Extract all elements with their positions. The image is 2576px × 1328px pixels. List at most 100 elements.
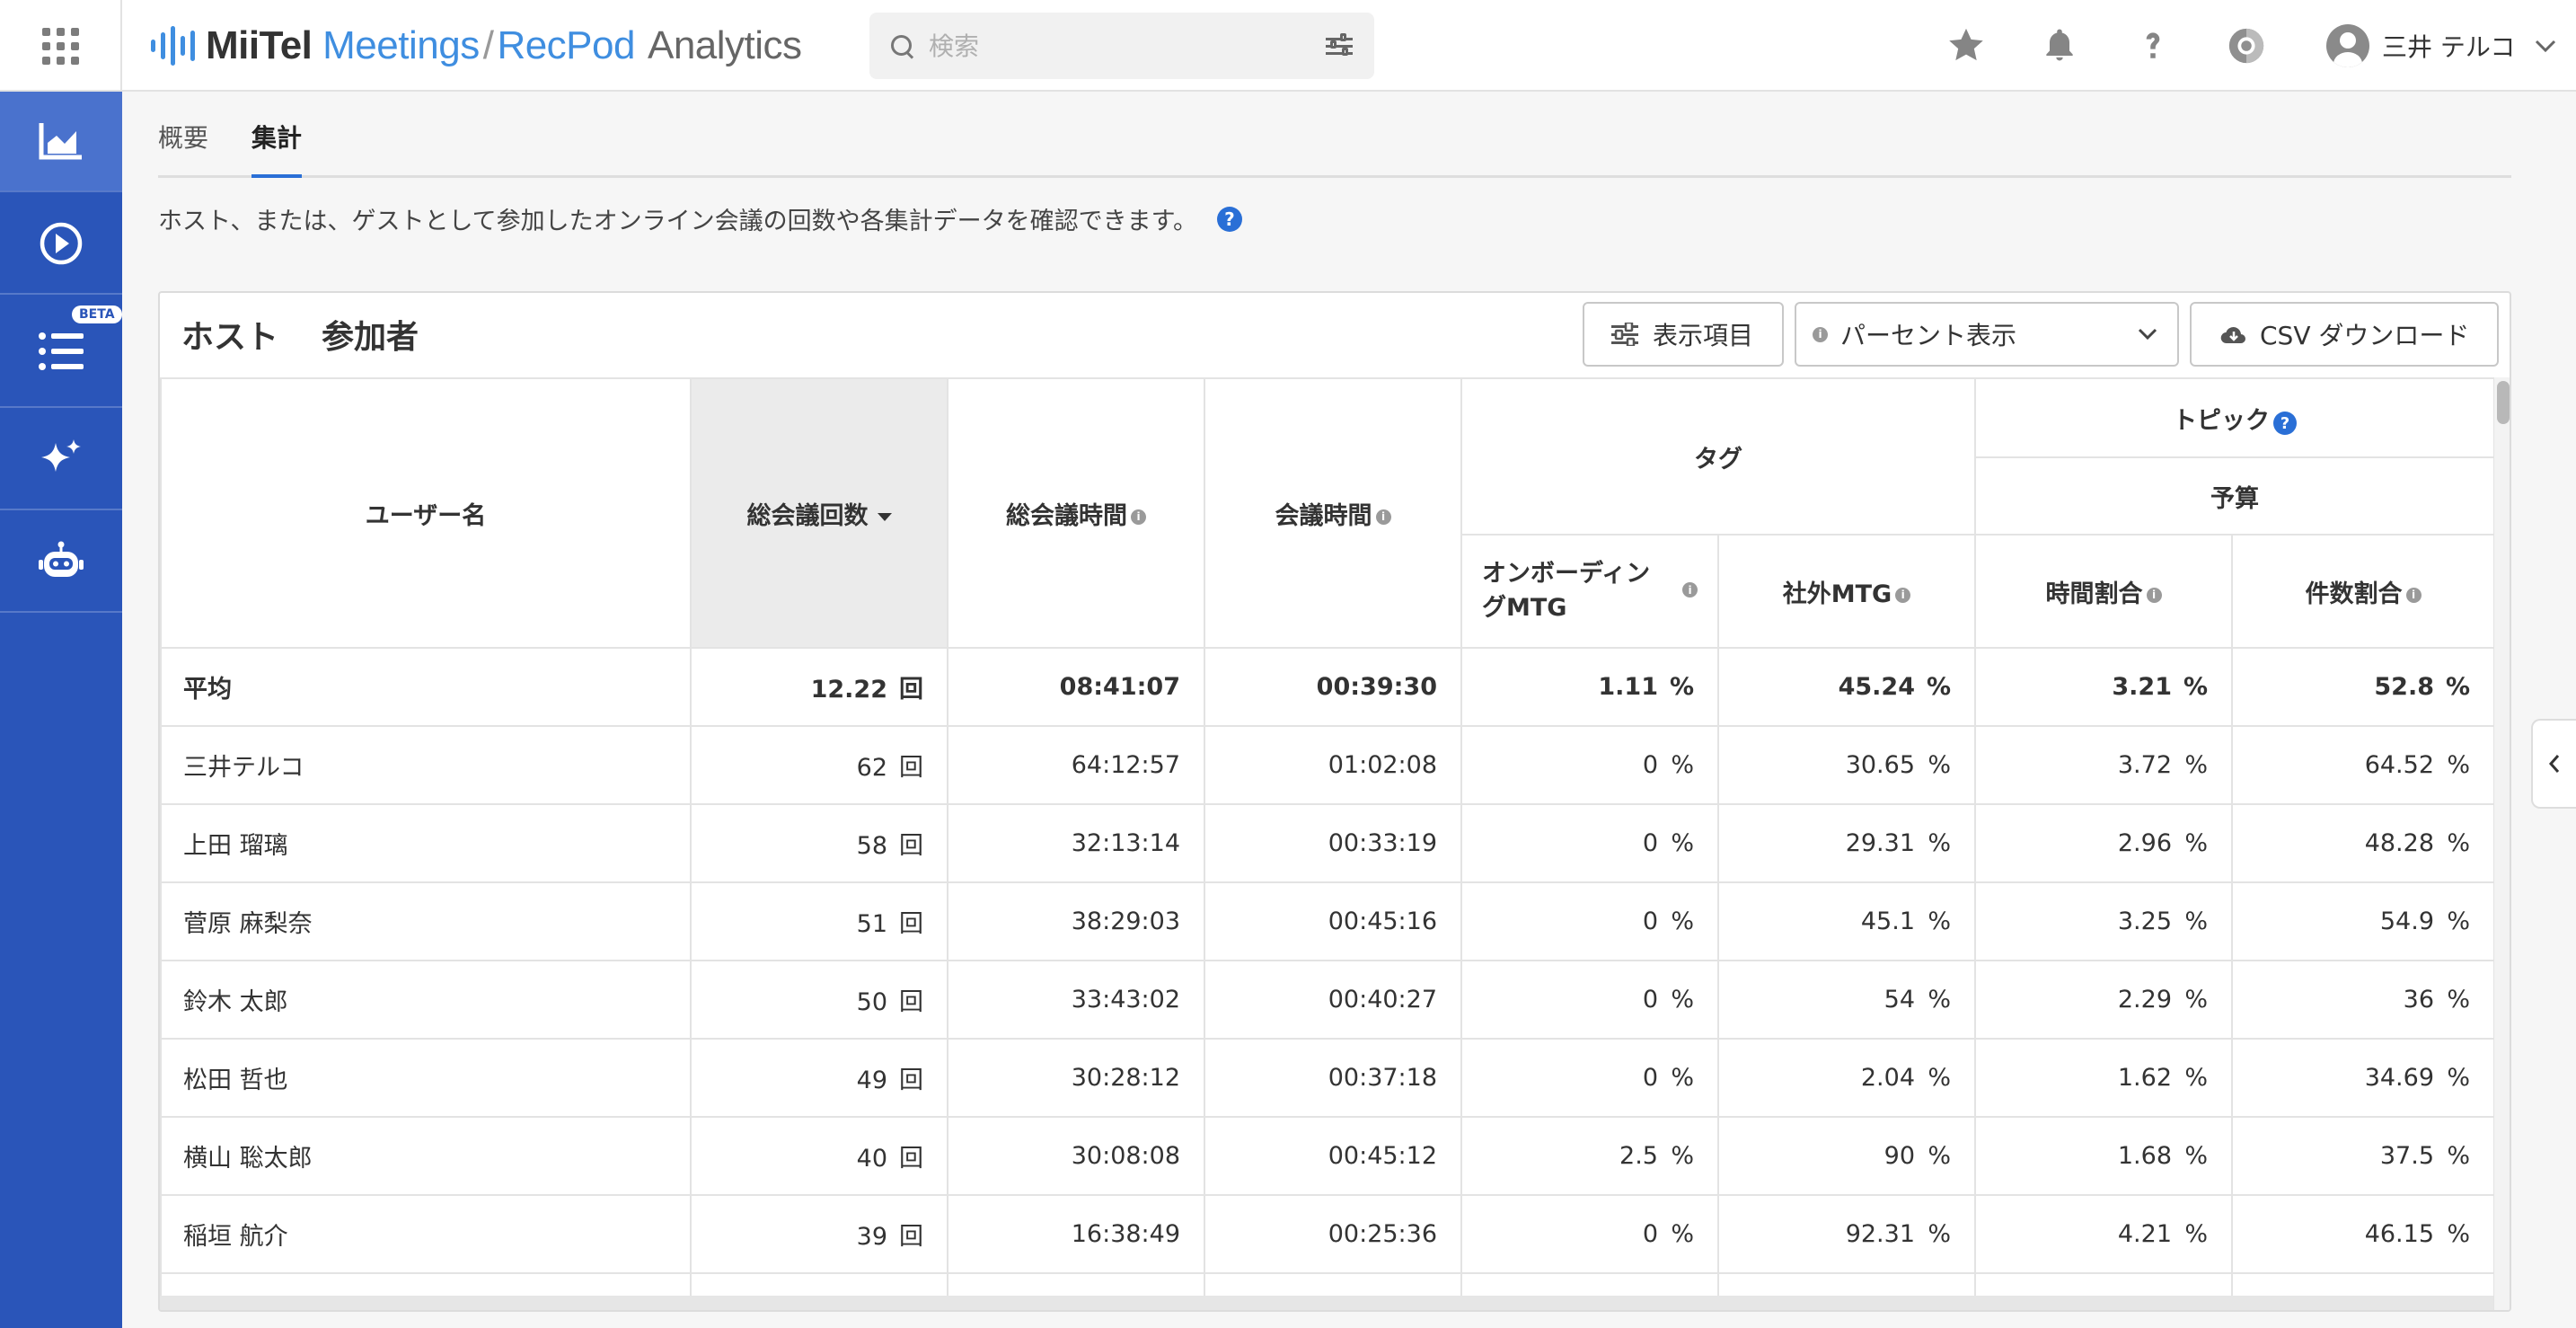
search-input[interactable] (929, 31, 1324, 61)
help-icon[interactable]: ? (1216, 206, 1242, 232)
cell-meeting-time: 00:40:27 (1204, 960, 1462, 1040)
cell-onboarding-mtg: 0% (1460, 1038, 1719, 1118)
table-row[interactable]: 菅原 麻梨奈 51 回 38:29:03 00:45:16 0% 45.1% 3.25% 54.… (160, 881, 2495, 961)
csv-download-label: CSV ダウンロード (2260, 321, 2470, 350)
cell-total-meetings: 12.22 回 (690, 647, 948, 727)
table-body: 平均 12.22 回 08:41:07 00:39:30 1.11% 45.24% 3.21%… (160, 647, 2495, 1310)
sidebar-item-analytics[interactable] (0, 92, 122, 192)
help-icon[interactable] (2129, 22, 2177, 70)
cell-total-meetings: 58 回 (690, 803, 948, 883)
cell-onboarding-mtg: 1.11% (1460, 647, 1719, 727)
table-row[interactable]: 上田 瑠璃 58 回 32:13:14 00:33:19 0% 29.31% 2.96% 48.… (160, 803, 2495, 883)
cell-external-mtg: 30.65% (1717, 725, 1976, 805)
header-total-meetings[interactable]: 総会議回数 (690, 377, 948, 649)
logo-miitel: MiiTel (206, 23, 313, 67)
info-icon[interactable]: i (1375, 509, 1391, 525)
info-icon[interactable]: i (2146, 587, 2162, 603)
tab-host[interactable]: ホスト (181, 311, 279, 381)
search-filter-icon[interactable] (1324, 32, 1354, 59)
logo-slash: / (482, 23, 494, 67)
info-icon[interactable]: i (1682, 582, 1698, 598)
sidebar-item-ai[interactable] (0, 410, 122, 510)
table-row[interactable]: 鈴木 太郎 50 回 33:43:02 00:40:27 0% 54% 2.29% 36% (160, 960, 2495, 1040)
sidebar-item-list[interactable]: BETA (0, 297, 122, 408)
header-user-name[interactable]: ユーザー名 (160, 377, 692, 649)
header-count-ratio[interactable]: 件数割合 i (2231, 534, 2495, 649)
cell-total-meetings: 39 回 (690, 1194, 948, 1274)
average-row: 平均 12.22 回 08:41:07 00:39:30 1.11% 45.24% 3.21%… (160, 647, 2495, 727)
cell-meeting-time: 00:39:30 (1204, 647, 1462, 727)
cell-external-mtg: 54% (1717, 960, 1976, 1040)
cloud-download-icon (2220, 327, 2245, 344)
aggregate-table: ユーザー名 総会議回数 総会議時間 i 会議時間 i タグ トピック? 予算 オンボ… (160, 377, 2495, 1310)
cell-external-mtg: 45.24% (1717, 647, 1976, 727)
info-icon[interactable]: i (1131, 509, 1146, 525)
cell-meeting-time: 00:37:18 (1204, 1038, 1462, 1118)
header-tag-group: タグ (1460, 377, 1976, 536)
cell-external-mtg: 29.31% (1717, 803, 1976, 883)
display-items-button[interactable]: 表示項目 (1583, 302, 1784, 367)
star-icon[interactable] (1942, 22, 1990, 70)
header-onboarding-mtg[interactable]: オンボーディングMTG i (1460, 534, 1719, 649)
info-icon[interactable]: i (2405, 587, 2422, 603)
cell-total-meetings: 51 回 (690, 881, 948, 961)
sidebar: BETA (0, 92, 122, 1328)
cell-user-name: 松田 哲也 (160, 1038, 692, 1118)
tab-overview[interactable]: 概要 (158, 119, 208, 174)
cell-external-mtg: 2.04% (1717, 1038, 1976, 1118)
header-external-mtg-label: 社外MTG (1782, 580, 1892, 608)
header-total-time[interactable]: 総会議時間 i (947, 377, 1205, 649)
description-text: ホスト、または、ゲストとして参加したオンライン会議の回数や各集計データを確認でき… (158, 208, 1197, 235)
waveform-logo-icon (151, 26, 195, 66)
cell-total-meetings: 40 回 (690, 1116, 948, 1196)
user-menu[interactable]: 三井 テルコ (2326, 18, 2556, 74)
header-topic-group: トピック? (1974, 377, 2495, 458)
header-tag-group-label: タグ (1694, 445, 1742, 474)
cell-onboarding-mtg: 0% (1460, 725, 1719, 805)
table-row[interactable]: 松田 哲也 49 回 30:28:12 00:37:18 0% 2.04% 1.62% 34.6… (160, 1038, 2495, 1118)
tab-participants[interactable]: 参加者 (322, 311, 419, 377)
cell-count-ratio: 37.5% (2231, 1116, 2495, 1196)
help-icon[interactable]: ? (2273, 412, 2297, 435)
side-panel-toggle[interactable] (2531, 719, 2576, 809)
logo-meetings: Meetings (322, 23, 480, 67)
header-meeting-time[interactable]: 会議時間 i (1204, 377, 1462, 649)
header-meeting-time-label: 会議時間 (1275, 501, 1372, 530)
table-row[interactable]: 横山 聡太郎 40 回 30:08:08 00:45:12 2.5% 90% 1.68% 37.… (160, 1116, 2495, 1196)
cell-time-ratio: 1.68% (1974, 1116, 2233, 1196)
cell-total-time: 38:29:03 (947, 881, 1205, 961)
cell-count-ratio: 54.9% (2231, 881, 2495, 961)
sort-desc-icon (877, 512, 892, 521)
activity-indicator-icon[interactable] (2222, 22, 2271, 70)
page-tabs: 概要 集計 (158, 108, 2511, 178)
cell-count-ratio: 48.28% (2231, 803, 2495, 883)
tab-aggregate[interactable]: 集計 (251, 119, 303, 178)
percent-display-select[interactable]: i パーセント表示 (1795, 302, 2179, 367)
product-logo[interactable]: MiiTel Meetings/RecPod Analytics (151, 20, 802, 72)
horizontal-scrollbar[interactable] (160, 1296, 2493, 1310)
bell-icon[interactable] (2035, 22, 2084, 70)
search-icon (889, 33, 914, 58)
header-external-mtg[interactable]: 社外MTG i (1717, 534, 1976, 649)
table-row[interactable]: 稲垣 航介 39 回 16:38:49 00:25:36 0% 92.31% 4.21% 46.… (160, 1194, 2495, 1274)
table-row[interactable]: 三井テルコ 62 回 64:12:57 01:02:08 0% 30.65% 3.72% 64.… (160, 725, 2495, 805)
header-time-ratio[interactable]: 時間割合 i (1974, 534, 2233, 649)
csv-download-button[interactable]: CSV ダウンロード (2190, 302, 2499, 367)
display-items-label: 表示項目 (1653, 321, 1754, 350)
grid-icon (41, 27, 79, 65)
cell-user-name: 上田 瑠璃 (160, 803, 692, 883)
cell-total-time: 32:13:14 (947, 803, 1205, 883)
app-launcher-button[interactable] (0, 0, 122, 92)
cell-onboarding-mtg: 0% (1460, 803, 1719, 883)
scrollbar-thumb[interactable] (2497, 381, 2510, 424)
cell-count-ratio: 34.69% (2231, 1038, 2495, 1118)
info-icon[interactable]: i (1895, 587, 1911, 603)
cell-user-name: 平均 (160, 647, 692, 727)
sidebar-item-recordings[interactable] (0, 194, 122, 295)
cell-user-name: 横山 聡太郎 (160, 1116, 692, 1196)
chevron-left-icon (2548, 755, 2560, 773)
vertical-scrollbar[interactable] (2493, 377, 2510, 1310)
header-total-meetings-label: 総会議回数 (746, 501, 869, 530)
cell-count-ratio: 46.15% (2231, 1194, 2495, 1274)
sidebar-item-bot[interactable] (0, 512, 122, 613)
